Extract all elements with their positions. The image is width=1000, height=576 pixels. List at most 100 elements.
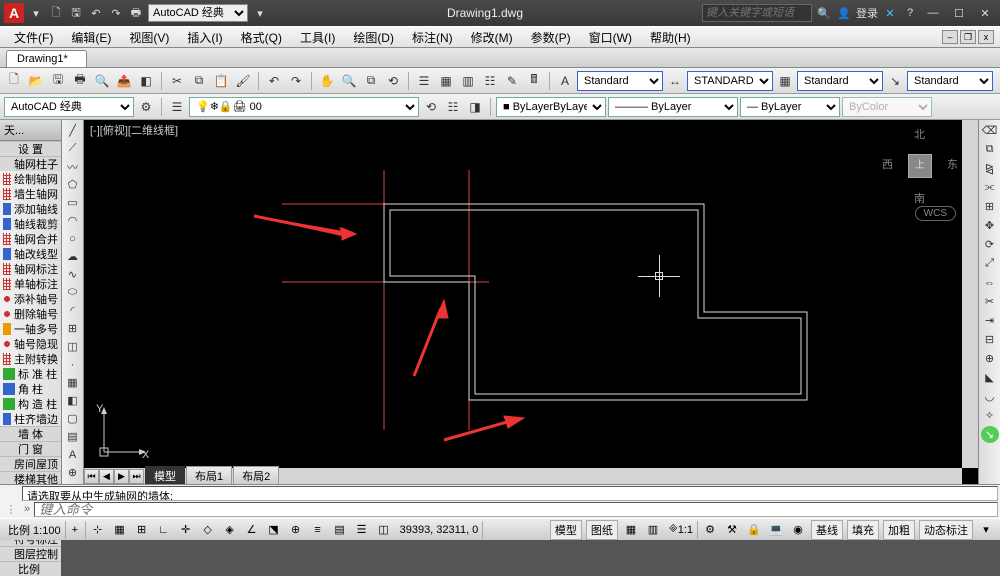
- minimize-button[interactable]: —: [922, 5, 944, 21]
- sheet-icon[interactable]: ☷: [480, 71, 500, 91]
- rectangle-icon[interactable]: ▭: [64, 194, 82, 211]
- tool-palette-icon[interactable]: ▥: [458, 71, 478, 91]
- plotstyle-select[interactable]: ByColor: [842, 97, 932, 117]
- qat-undo-icon[interactable]: ↶: [88, 5, 104, 21]
- spline-icon[interactable]: ∿: [64, 266, 82, 283]
- publish-icon[interactable]: 📤: [114, 71, 134, 91]
- palette-item-2[interactable]: 绘制轴网: [0, 171, 61, 186]
- status-plus-icon[interactable]: +: [68, 521, 86, 539]
- qat-save-icon[interactable]: 🖫: [68, 5, 84, 21]
- preview-icon[interactable]: 🔍: [92, 71, 112, 91]
- sb-otrack-icon[interactable]: ∠: [242, 521, 262, 539]
- mtext-icon[interactable]: A: [64, 446, 82, 463]
- menu-edit[interactable]: 编辑(E): [63, 27, 119, 48]
- sb-annovis-icon[interactable]: ⚙: [700, 521, 720, 539]
- tab-first-icon[interactable]: ⏮: [84, 469, 99, 484]
- palette-item-3[interactable]: 墙生轴网: [0, 186, 61, 201]
- palette-title[interactable]: 天...: [0, 120, 61, 141]
- fillet-icon[interactable]: ◡: [981, 388, 999, 405]
- qat-more-icon[interactable]: ▾: [252, 5, 268, 21]
- tablestyle-icon[interactable]: ▦: [775, 71, 795, 91]
- sb-toggle-a[interactable]: 基线: [811, 520, 843, 540]
- lineweight-select[interactable]: — ByLayer: [740, 97, 840, 117]
- zoom-rt-icon[interactable]: 🔍: [339, 71, 359, 91]
- ws-settings-icon[interactable]: ⚙: [136, 97, 156, 117]
- sb-toggle-c[interactable]: 加粗: [883, 520, 915, 540]
- point-icon[interactable]: ·: [64, 356, 82, 373]
- layout-tab-model[interactable]: 模型: [145, 466, 185, 484]
- palette-item-9[interactable]: 单轴标注: [0, 276, 61, 291]
- array-icon[interactable]: ⊞: [981, 198, 999, 215]
- stretch-icon[interactable]: ⇔: [981, 274, 999, 291]
- pan-icon[interactable]: ✋: [317, 71, 337, 91]
- mirror-icon[interactable]: ⧎: [981, 160, 999, 177]
- palette-item-11[interactable]: 删除轴号: [0, 306, 61, 321]
- extend-icon[interactable]: ⇥: [981, 312, 999, 329]
- color-select[interactable]: ■ ByLayerByLayer: [496, 97, 606, 117]
- chamfer-icon[interactable]: ◣: [981, 369, 999, 386]
- 3ddwf-icon[interactable]: ◧: [136, 71, 156, 91]
- menu-insert[interactable]: 插入(I): [179, 27, 230, 48]
- layout-tab-1[interactable]: 布局1: [186, 466, 232, 484]
- dimstyle-icon[interactable]: ↔: [665, 71, 685, 91]
- undo-icon[interactable]: ↶: [264, 71, 284, 91]
- table-icon[interactable]: ▤: [64, 428, 82, 445]
- layer-iso-icon[interactable]: ◨: [465, 97, 485, 117]
- properties-icon[interactable]: ☰: [414, 71, 434, 91]
- open-icon[interactable]: 📂: [26, 71, 46, 91]
- linetype-select[interactable]: ——— ByLayer: [608, 97, 738, 117]
- close-button[interactable]: ✕: [974, 5, 996, 21]
- maximize-button[interactable]: ☐: [948, 5, 970, 21]
- sb-toggle-d[interactable]: 动态标注: [919, 520, 973, 540]
- palette-item-21[interactable]: 房间屋顶: [0, 456, 61, 471]
- palette-item-15[interactable]: 标 准 柱: [0, 366, 61, 381]
- menu-parametric[interactable]: 参数(P): [523, 27, 579, 48]
- move-icon[interactable]: ✥: [981, 217, 999, 234]
- calc-icon[interactable]: 🖩: [524, 71, 544, 91]
- redo-icon[interactable]: ↷: [286, 71, 306, 91]
- palette-item-16[interactable]: 角 柱: [0, 381, 61, 396]
- signin-label[interactable]: 登录: [856, 5, 878, 21]
- insert-icon[interactable]: ⊞: [64, 320, 82, 337]
- palette-item-19[interactable]: 墙 体: [0, 426, 61, 441]
- menu-modify[interactable]: 修改(M): [463, 27, 521, 48]
- palette-item-13[interactable]: 轴号隐现: [0, 336, 61, 351]
- status-model-button[interactable]: 模型: [550, 520, 582, 540]
- text-style-select[interactable]: Standard: [577, 71, 663, 91]
- cut-icon[interactable]: ✂: [167, 71, 187, 91]
- copy-icon[interactable]: ⧉: [189, 71, 209, 91]
- tab-last-icon[interactable]: ⏭: [129, 469, 144, 484]
- sb-iso-icon[interactable]: ◉: [788, 521, 808, 539]
- status-paper-button[interactable]: 图纸: [586, 520, 618, 540]
- region-icon[interactable]: ▢: [64, 410, 82, 427]
- dim-style-select[interactable]: STANDARD: [687, 71, 773, 91]
- status-green-icon[interactable]: ↘: [981, 426, 999, 443]
- gradient-icon[interactable]: ◧: [64, 392, 82, 409]
- palette-item-6[interactable]: 轴网合并: [0, 231, 61, 246]
- viewcube-top[interactable]: 上: [908, 154, 932, 178]
- palette-item-27[interactable]: 图层控制: [0, 546, 61, 561]
- sb-ortho-icon[interactable]: ∟: [154, 521, 174, 539]
- tab-next-icon[interactable]: ▶: [114, 469, 129, 484]
- status-anno-scale[interactable]: 🞜 1:1: [665, 521, 698, 539]
- trim-icon[interactable]: ✂: [981, 293, 999, 310]
- app-logo[interactable]: A: [4, 3, 24, 23]
- rotate-icon[interactable]: ⟳: [981, 236, 999, 253]
- palette-item-0[interactable]: 设 置: [0, 141, 61, 156]
- help-search-input[interactable]: [702, 4, 812, 22]
- save-icon[interactable]: 🖫: [48, 71, 68, 91]
- match-icon[interactable]: 🖌: [233, 71, 253, 91]
- menu-tools[interactable]: 工具(I): [292, 27, 343, 48]
- exchange-icon[interactable]: ✕: [882, 5, 898, 21]
- qat-print-icon[interactable]: 🖶: [128, 5, 144, 21]
- layer-state-icon[interactable]: ☷: [443, 97, 463, 117]
- sb-qp-icon[interactable]: ☰: [352, 521, 372, 539]
- document-tab[interactable]: Drawing1*: [6, 50, 87, 67]
- sb-ducs-icon[interactable]: ⬔: [264, 521, 284, 539]
- menu-help[interactable]: 帮助(H): [642, 27, 699, 48]
- help-icon[interactable]: ?: [902, 5, 918, 21]
- mdi-restore-button[interactable]: ❐: [960, 30, 976, 44]
- polygon-icon[interactable]: ⬠: [64, 176, 82, 193]
- sb-ws-icon[interactable]: ⚒: [722, 521, 742, 539]
- sb-polar-icon[interactable]: ✛: [176, 521, 196, 539]
